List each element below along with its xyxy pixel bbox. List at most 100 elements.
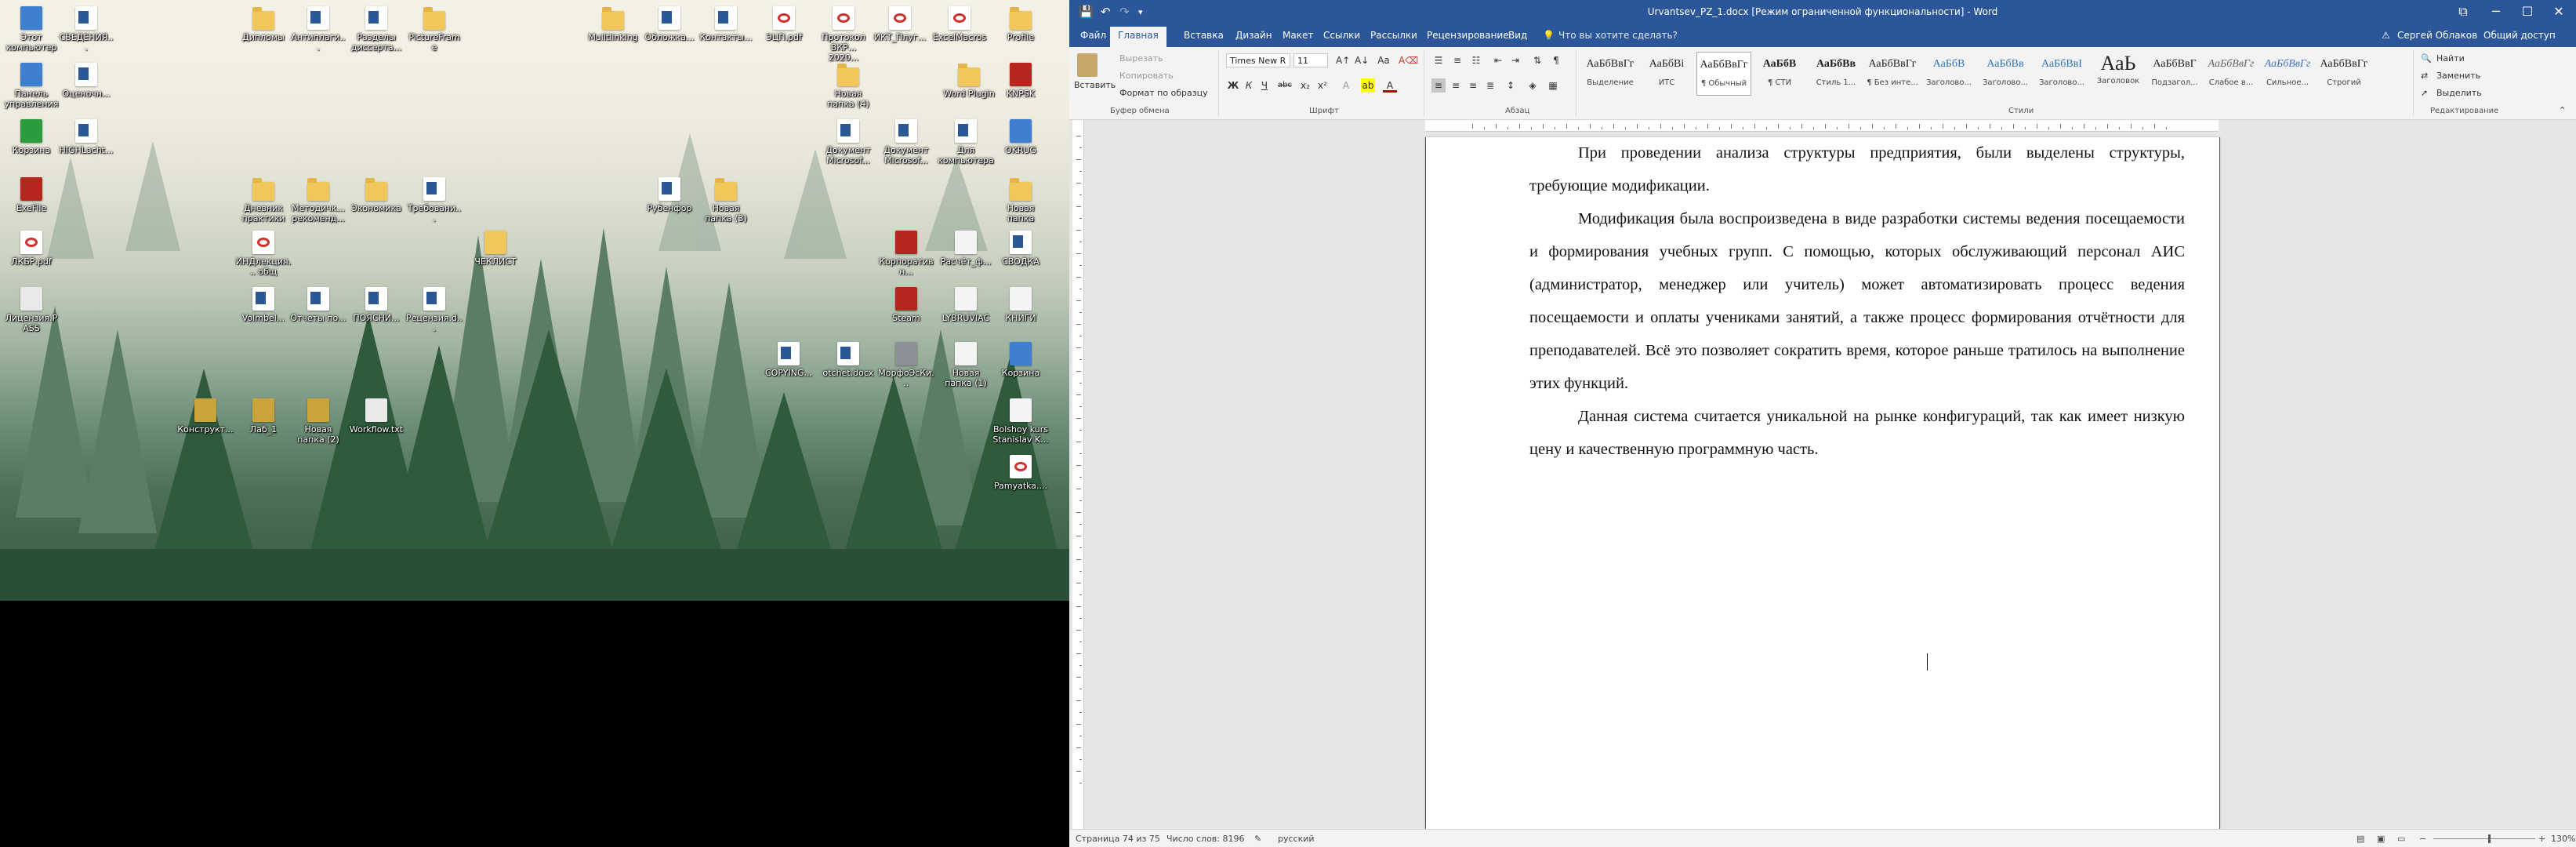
desktop-icon[interactable]: ИНДлекция... общ <box>235 231 292 277</box>
style-item[interactable]: АаБбВвГг ¶ Без инте... <box>1866 52 1919 94</box>
replace-icon[interactable]: ⇄ <box>2421 71 2428 81</box>
bullets-button[interactable]: ☰ <box>1431 53 1446 67</box>
desktop-icon[interactable]: Корзина <box>3 119 60 155</box>
desktop-icon[interactable]: Разделы диссерта... <box>348 6 405 53</box>
style-item[interactable]: АаБбВі ИТС <box>1640 52 1693 94</box>
desktop-icon[interactable]: Pamyatka.... <box>992 455 1049 491</box>
tell-me-search[interactable]: Что вы хотите сделать? <box>1555 30 1681 41</box>
proofing-icon[interactable]: ✎ <box>1254 834 1261 844</box>
paragraph-2[interactable]: Модификация была воспроизведена в виде р… <box>1529 202 2185 400</box>
paste-icon[interactable] <box>1077 53 1098 77</box>
highlight-button[interactable]: ab <box>1361 78 1375 93</box>
style-item[interactable]: АаБбВв Стиль 1... <box>1809 52 1863 94</box>
word-count[interactable]: Число слов: 8196 <box>1166 834 1244 844</box>
ribbon-display-options-icon[interactable]: ⧉ <box>2447 2 2479 21</box>
desktop-icon[interactable]: OKRUG <box>992 119 1049 155</box>
desktop-icon[interactable]: Рубенфор <box>641 177 698 213</box>
desktop-icon[interactable]: Workflow.txt <box>348 398 405 434</box>
desktop-icon[interactable]: Антиплаги... <box>290 6 346 53</box>
copy-button[interactable]: Копировать <box>1119 71 1174 81</box>
desktop-icon[interactable]: KNPSK <box>992 63 1049 99</box>
numbering-button[interactable]: ≡ <box>1450 53 1464 67</box>
multilevel-list-button[interactable]: ☷ <box>1469 53 1483 67</box>
bold-button[interactable]: Ж <box>1226 78 1240 93</box>
font-size-combo[interactable]: 11 <box>1293 53 1328 67</box>
select-button[interactable]: Выделить <box>2436 88 2482 98</box>
superscript-button[interactable]: x² <box>1315 78 1330 93</box>
format-painter-button[interactable]: Формат по образцу <box>1119 88 1208 98</box>
desktop-icon[interactable]: PictureFrame <box>406 6 463 53</box>
desktop-icon[interactable]: Корзина <box>992 342 1049 378</box>
zoom-slider-thumb[interactable] <box>2488 834 2491 843</box>
desktop-icon[interactable]: СВЕДЕНИЯ... <box>58 6 114 53</box>
read-mode-icon[interactable]: ▤ <box>2356 834 2364 844</box>
italic-button[interactable]: К <box>1242 78 1256 93</box>
style-item[interactable]: АаБбВвГ Подзагол... <box>2148 52 2201 94</box>
desktop-icon[interactable]: ИКТ_Плуг... <box>872 6 928 42</box>
paragraph-1[interactable]: При проведении анализа структуры предпри… <box>1529 136 2185 202</box>
tab-references[interactable]: Ссылки <box>1320 30 1363 41</box>
line-spacing-button[interactable]: ↕ <box>1504 78 1518 93</box>
desktop-icon[interactable]: Методичк... рекоменд... <box>290 177 346 224</box>
page-counter[interactable]: Страница 74 из 75 <box>1076 834 1160 844</box>
share-button[interactable]: Общий доступ <box>2480 30 2559 41</box>
web-layout-icon[interactable]: ▭ <box>2397 834 2405 844</box>
desktop-icon[interactable]: HIGHLacht... <box>58 119 114 155</box>
tab-view[interactable]: Вид <box>1505 30 1530 41</box>
desktop-icon[interactable]: ПОЯСНИ... <box>348 287 405 323</box>
tab-mailings[interactable]: Рассылки <box>1367 30 1420 41</box>
underline-button[interactable]: Ч <box>1257 78 1272 93</box>
desktop-icon[interactable]: Требовани... <box>406 177 463 224</box>
desktop-icon[interactable]: Word Plugin <box>941 63 997 99</box>
grow-font-button[interactable]: A↑ <box>1336 53 1350 67</box>
desktop-icon[interactable]: МорфоЭсКи... <box>878 342 934 388</box>
desktop-icon[interactable]: LYBRUVIAC <box>938 287 994 323</box>
desktop-icon[interactable]: Этот компьютер <box>3 6 60 53</box>
desktop-icon[interactable]: Новая папка (2) <box>290 398 346 445</box>
style-item[interactable]: АаБбВвГг ¶ Обычный <box>1696 52 1751 96</box>
tab-insert[interactable]: Вставка <box>1181 30 1227 41</box>
desktop-icon[interactable]: Новая папка <box>992 177 1049 224</box>
collapse-ribbon-icon[interactable]: ⌃ <box>2559 105 2566 115</box>
style-item[interactable]: АаБбВ ¶ СТИ <box>1753 52 1806 94</box>
zoom-slider[interactable] <box>2433 838 2535 839</box>
show-marks-button[interactable]: ¶ <box>1549 53 1563 67</box>
desktop-icon[interactable]: Mulitlinking <box>585 6 641 42</box>
style-item[interactable]: АаБбВвІ Заголово... <box>2035 52 2088 94</box>
justify-button[interactable]: ≣ <box>1483 78 1497 93</box>
desktop-icon[interactable]: Контакты... <box>698 6 754 42</box>
find-button[interactable]: Найти <box>2436 53 2465 64</box>
desktop-icon[interactable]: Steam <box>878 287 934 323</box>
zoom-level[interactable]: 130% <box>2551 834 2575 844</box>
print-layout-icon[interactable]: ▣ <box>2377 834 2385 844</box>
tab-home[interactable]: Главная <box>1110 27 1166 47</box>
desktop-icon[interactable]: Обложка... <box>641 6 698 42</box>
find-search-icon[interactable]: 🔍 <box>2421 53 2432 64</box>
style-item[interactable]: АаБбВвГг Сильное... <box>2261 52 2314 94</box>
desktop-icon[interactable]: СВОДКА <box>992 231 1049 267</box>
select-icon[interactable]: ➚ <box>2421 88 2428 98</box>
language-indicator[interactable]: русский <box>1278 834 1315 844</box>
desktop-icon[interactable]: Корпоративн... <box>878 231 934 277</box>
style-item[interactable]: АаБбВв Заголово... <box>1979 52 2032 94</box>
style-item[interactable]: АаБбВ Заголово... <box>1922 52 1976 94</box>
tab-layout[interactable]: Макет <box>1279 30 1316 41</box>
desktop-icon[interactable]: Profile <box>992 6 1049 42</box>
document-page[interactable]: При проведении анализа структуры предпри… <box>1425 137 2220 829</box>
shrink-font-button[interactable]: A↓ <box>1355 53 1369 67</box>
paragraph-3[interactable]: Данная система считается уникальной на р… <box>1529 400 2185 466</box>
desktop-icon[interactable]: Новая папка (4) <box>820 63 876 109</box>
desktop-icon[interactable]: Рецензия.d... <box>406 287 463 333</box>
desktop-icon[interactable]: Отчеты по... <box>290 287 346 323</box>
borders-button[interactable]: ▦ <box>1546 78 1560 93</box>
paste-button[interactable]: Вставить <box>1074 80 1116 90</box>
increase-indent-button[interactable]: ⇥ <box>1508 53 1522 67</box>
replace-button[interactable]: Заменить <box>2436 71 2480 81</box>
desktop-icon[interactable]: Документ Microsof... <box>878 119 934 165</box>
subscript-button[interactable]: x₂ <box>1298 78 1312 93</box>
style-item[interactable]: АаБбВвГг Выделение <box>1584 52 1637 94</box>
cut-button[interactable]: Вырезать <box>1119 53 1163 64</box>
font-name-combo[interactable]: Times New R <box>1226 53 1290 67</box>
strikethrough-button[interactable]: abc <box>1275 78 1295 93</box>
user-name[interactable]: Сергей Облаков <box>2394 30 2480 41</box>
